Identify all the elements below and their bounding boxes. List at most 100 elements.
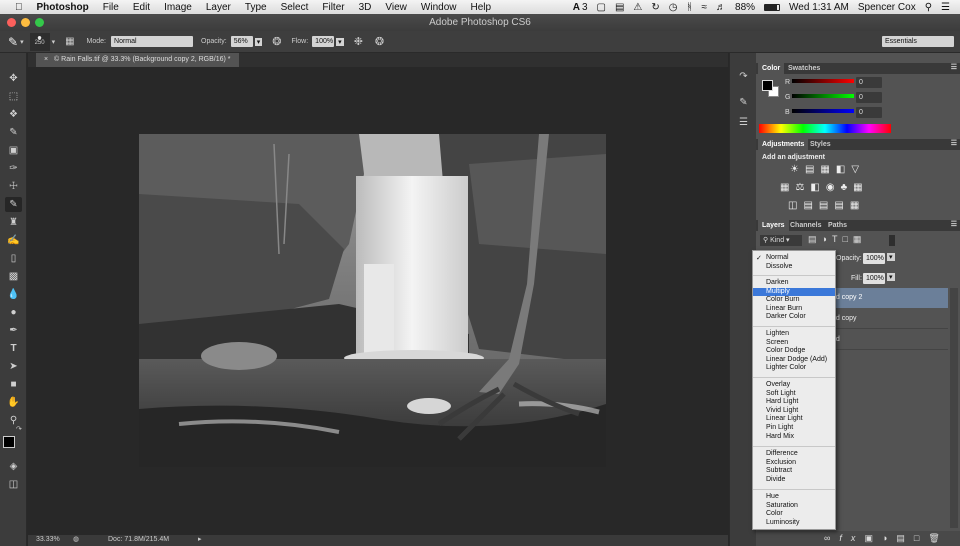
- menu-view[interactable]: View: [378, 2, 414, 13]
- eyedropper-tool-icon[interactable]: ✑: [5, 161, 22, 176]
- blend-option[interactable]: Screen: [753, 339, 835, 348]
- close-document-icon[interactable]: ×: [44, 56, 48, 63]
- type-tool-icon[interactable]: T: [5, 341, 22, 356]
- battery-percent[interactable]: 88%: [735, 2, 755, 13]
- blend-option[interactable]: Saturation: [753, 502, 835, 511]
- blend-option[interactable]: Subtract: [753, 467, 835, 476]
- lasso-tool-icon[interactable]: ❖: [5, 107, 22, 122]
- blend-option[interactable]: Darker Color: [753, 313, 835, 322]
- airbrush-icon[interactable]: ❉: [354, 35, 363, 48]
- blend-option[interactable]: Normal: [753, 254, 835, 263]
- channel-mixer-icon[interactable]: ♣: [841, 182, 854, 193]
- dropbox-icon[interactable]: ▢: [597, 2, 606, 13]
- layer-filter-kind[interactable]: ⚲ Kind ▾: [760, 235, 802, 246]
- pressure-size-icon[interactable]: ❂: [375, 35, 384, 48]
- tab-adjustments[interactable]: Adjustments: [758, 139, 809, 150]
- blend-option[interactable]: Exclusion: [753, 459, 835, 468]
- b-slider[interactable]: [792, 109, 854, 113]
- filter-shape-icon[interactable]: □: [842, 234, 852, 244]
- gradient-tool-icon[interactable]: ▩: [5, 269, 22, 284]
- menu-3d[interactable]: 3D: [352, 2, 379, 13]
- tab-layers[interactable]: Layers: [758, 220, 789, 231]
- filter-smart-icon[interactable]: ▦: [853, 234, 867, 244]
- dodge-tool-icon[interactable]: ●: [5, 305, 22, 320]
- new-layer-icon[interactable]: □: [914, 533, 928, 543]
- opacity-slider-chevron-icon[interactable]: ▾: [254, 37, 263, 46]
- blend-option[interactable]: Dissolve: [753, 263, 835, 272]
- shape-tool-icon[interactable]: ■: [5, 377, 22, 392]
- workspace-select[interactable]: Essentials: [882, 36, 954, 47]
- hand-tool-icon[interactable]: ✋: [5, 395, 22, 410]
- blend-option[interactable]: Hue: [753, 493, 835, 502]
- user-name[interactable]: Spencer Cox: [858, 2, 916, 13]
- minimize-window-icon[interactable]: [21, 18, 30, 27]
- levels-icon[interactable]: ▤: [805, 164, 820, 175]
- blend-option[interactable]: Color Burn: [753, 296, 835, 305]
- blend-option[interactable]: Soft Light: [753, 390, 835, 399]
- filter-type-icon[interactable]: T: [832, 234, 843, 244]
- blend-option[interactable]: Linear Dodge (Add): [753, 356, 835, 365]
- layer-style-icon[interactable]: fx: [839, 533, 864, 543]
- curves-icon[interactable]: ▦: [820, 164, 835, 175]
- quick-mask-icon[interactable]: ◈: [5, 459, 22, 474]
- eraser-tool-icon[interactable]: ▯: [5, 251, 22, 266]
- photo-filter-icon[interactable]: ◉: [826, 182, 841, 193]
- flow-field[interactable]: 100%: [312, 36, 335, 47]
- blend-option[interactable]: Hard Mix: [753, 433, 835, 442]
- color-lookup-icon[interactable]: ▦: [853, 182, 868, 193]
- blend-option[interactable]: Linear Burn: [753, 305, 835, 314]
- battery-icon[interactable]: [764, 3, 781, 11]
- tab-paths[interactable]: Paths: [824, 220, 851, 231]
- blend-option[interactable]: Overlay: [753, 381, 835, 390]
- gradient-map-icon[interactable]: ▤: [834, 200, 849, 211]
- posterize-icon[interactable]: ▤: [803, 200, 818, 211]
- invert-icon[interactable]: ◫: [788, 200, 803, 211]
- new-group-icon[interactable]: ▤: [896, 533, 914, 543]
- move-tool-icon[interactable]: ✥: [5, 71, 22, 86]
- tab-styles[interactable]: Styles: [806, 139, 835, 150]
- notification-center-icon[interactable]: ☰: [941, 2, 950, 13]
- blur-tool-icon[interactable]: 💧: [5, 287, 22, 302]
- blend-option-selected[interactable]: Multiply: [753, 287, 835, 297]
- hue-saturation-icon[interactable]: ▦: [780, 182, 795, 193]
- layer-opacity-chevron-icon[interactable]: ▾: [887, 253, 895, 261]
- status-export-icon[interactable]: ◍: [73, 535, 79, 543]
- color-spectrum-ramp[interactable]: [759, 124, 891, 133]
- selective-color-icon[interactable]: ▦: [850, 200, 865, 211]
- color-balance-icon[interactable]: ⚖: [795, 182, 810, 193]
- filter-pixel-icon[interactable]: ▤: [808, 234, 822, 244]
- history-panel-icon[interactable]: ↷: [735, 69, 752, 84]
- menu-layer[interactable]: Layer: [199, 2, 238, 13]
- pressure-opacity-icon[interactable]: ❂: [272, 35, 281, 48]
- blend-option[interactable]: Lighten: [753, 330, 835, 339]
- layer-fill-field[interactable]: 100%: [863, 273, 885, 284]
- crop-tool-icon[interactable]: ▣: [5, 143, 22, 158]
- blend-option[interactable]: Hard Light: [753, 398, 835, 407]
- tab-swatches[interactable]: Swatches: [784, 63, 824, 74]
- menu-image[interactable]: Image: [157, 2, 199, 13]
- exposure-icon[interactable]: ◧: [836, 164, 851, 175]
- threshold-icon[interactable]: ▤: [819, 200, 834, 211]
- wifi-icon[interactable]: ≈: [702, 2, 708, 13]
- foreground-color-swatch[interactable]: [3, 436, 15, 448]
- brush-tool-icon[interactable]: ✎: [8, 35, 18, 49]
- brush-preset-picker[interactable]: ● 250: [29, 32, 50, 51]
- brightness-contrast-icon[interactable]: ☀: [790, 164, 805, 175]
- clone-stamp-tool-icon[interactable]: ♜: [5, 215, 22, 230]
- status-menu-arrow-icon[interactable]: ▸: [198, 535, 202, 543]
- filter-adjustment-icon[interactable]: ◑: [822, 234, 832, 244]
- zoom-level[interactable]: 33.33%: [36, 536, 60, 543]
- volume-icon[interactable]: ♬: [716, 2, 726, 13]
- quick-select-tool-icon[interactable]: ✎: [5, 125, 22, 140]
- new-adjustment-icon[interactable]: ◑: [882, 533, 896, 543]
- menu-type[interactable]: Type: [238, 2, 274, 13]
- sync-icon[interactable]: ↻: [651, 2, 659, 13]
- blend-option[interactable]: Color Dodge: [753, 347, 835, 356]
- tab-channels[interactable]: Channels: [786, 220, 826, 231]
- layers-scrollbar[interactable]: [950, 288, 958, 528]
- blend-option[interactable]: Lighter Color: [753, 364, 835, 373]
- blend-option[interactable]: Luminosity: [753, 519, 835, 528]
- menu-window[interactable]: Window: [414, 2, 464, 13]
- blend-option[interactable]: Color: [753, 510, 835, 519]
- pen-tool-icon[interactable]: ✒: [5, 323, 22, 338]
